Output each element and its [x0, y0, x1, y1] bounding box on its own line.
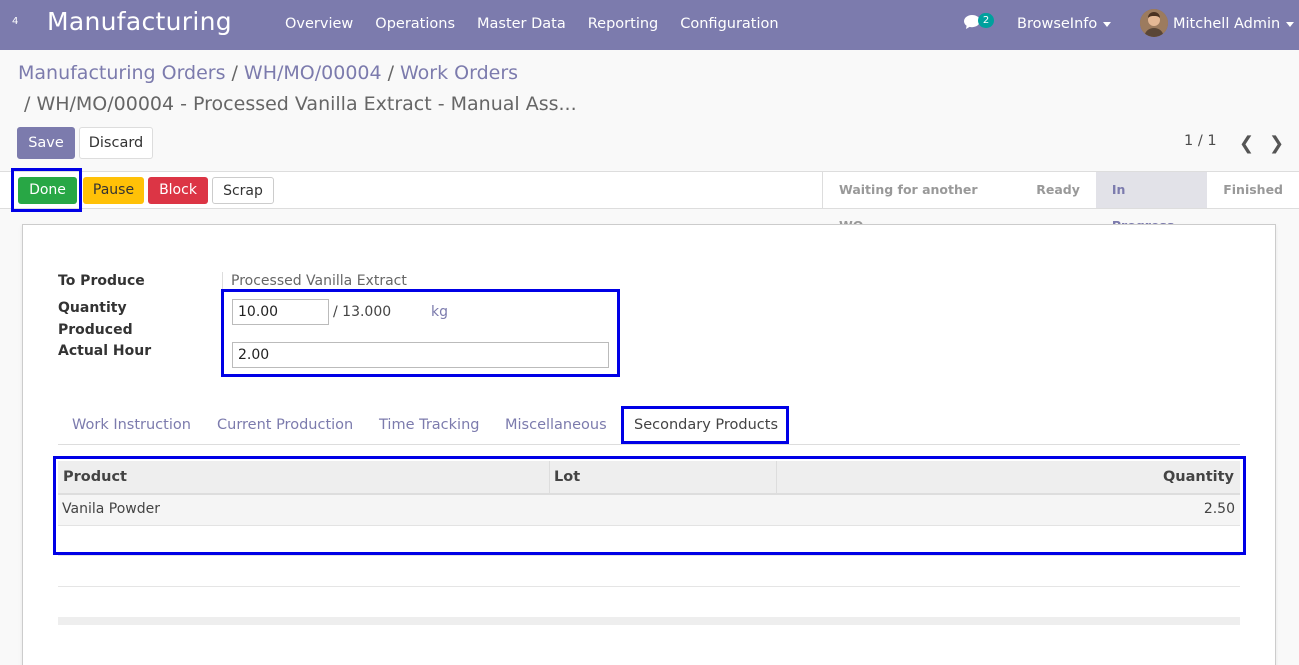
menu-reporting[interactable]: Reporting: [588, 16, 659, 32]
breadcrumb: Manufacturing Orders / WH/MO/00004/Work Or…: [18, 62, 518, 84]
chevron-right-icon[interactable]: ❯: [1269, 133, 1284, 154]
column-divider: [549, 461, 550, 493]
breadcrumb-separator: /: [231, 62, 238, 84]
to-produce-label: To Produce: [58, 273, 145, 289]
stage-finished[interactable]: Finished: [1207, 172, 1299, 208]
tab-miscellaneous[interactable]: Miscellaneous: [505, 417, 607, 433]
company-name: BrowseInfo: [1017, 16, 1098, 32]
breadcrumb-mo[interactable]: WH/MO/00004: [244, 62, 382, 84]
stage-bar: Waiting for another WO Ready In Progress…: [822, 172, 1299, 233]
quantity-total: / 13.000: [333, 304, 391, 320]
tab-current-production[interactable]: Current Production: [217, 417, 353, 433]
pager-value[interactable]: 1 / 1: [1184, 133, 1217, 149]
scrap-button[interactable]: Scrap: [212, 177, 274, 204]
row-quantity: 2.50: [1203, 501, 1235, 517]
chevron-left-icon[interactable]: ❮: [1239, 133, 1254, 154]
column-header-product[interactable]: Product: [63, 469, 127, 485]
menu-master-data[interactable]: Master Data: [477, 16, 566, 32]
table-header: Product Lot Quantity: [58, 461, 1240, 495]
page-title: / WH/MO/00004 - Processed Vanilla Extrac…: [24, 93, 577, 115]
discard-button[interactable]: Discard: [79, 127, 153, 159]
company-switcher[interactable]: BrowseInfo: [1017, 16, 1112, 32]
actual-hour-label: Actual Hour: [58, 343, 152, 359]
pause-button[interactable]: Pause: [83, 177, 144, 204]
quantity-total-value: 13.000: [342, 304, 392, 320]
quantity-produced-label-line1: Quantity: [58, 300, 127, 316]
breadcrumb-separator: /: [387, 62, 394, 84]
field-divider: [222, 272, 223, 290]
tab-time-tracking[interactable]: Time Tracking: [379, 417, 479, 433]
user-menu[interactable]: Mitchell Admin: [1173, 16, 1295, 32]
chevron-down-icon: [1103, 21, 1112, 27]
table-row[interactable]: Vanila Powder 2.50: [58, 495, 1240, 526]
apps-count[interactable]: 4: [12, 16, 18, 27]
quantity-produced-label-line2: Produced: [58, 322, 133, 338]
breadcrumb-work-orders[interactable]: Work Orders: [400, 62, 518, 84]
breadcrumb-manufacturing-orders[interactable]: Manufacturing Orders: [18, 62, 226, 84]
user-name: Mitchell Admin: [1173, 16, 1281, 32]
table-footer: [58, 617, 1240, 625]
to-produce-value[interactable]: Processed Vanilla Extract: [231, 273, 407, 289]
uom-link[interactable]: kg: [431, 304, 448, 320]
top-navbar: 4 Manufacturing Overview Operations Mast…: [0, 0, 1299, 50]
column-header-lot[interactable]: Lot: [554, 469, 580, 485]
stage-in-progress[interactable]: In Progress: [1095, 172, 1208, 233]
statusbar: Done Pause Block Scrap Waiting for anoth…: [0, 171, 1299, 233]
main-menu: Overview Operations Master Data Reportin…: [285, 16, 801, 32]
done-button[interactable]: Done: [18, 177, 77, 204]
stage-waiting[interactable]: Waiting for another WO: [823, 172, 1020, 233]
notebook-tabs: Work Instruction Current Production Time…: [58, 408, 1240, 445]
column-divider: [776, 461, 777, 493]
chat-count-badge: 2: [978, 13, 994, 28]
menu-overview[interactable]: Overview: [285, 16, 353, 32]
empty-row: [58, 556, 1240, 587]
stage-ready[interactable]: Ready: [1020, 172, 1096, 208]
actual-hour-input[interactable]: 2.00: [232, 342, 609, 368]
column-header-quantity[interactable]: Quantity: [1163, 469, 1234, 485]
chevron-down-icon: [1286, 21, 1295, 27]
block-button[interactable]: Block: [148, 177, 208, 204]
quantity-slash: /: [333, 304, 338, 320]
tab-secondary-products[interactable]: Secondary Products: [634, 417, 778, 433]
avatar[interactable]: [1140, 9, 1168, 37]
menu-configuration[interactable]: Configuration: [680, 16, 778, 32]
quantity-produced-input[interactable]: 10.00: [232, 299, 329, 325]
row-product: Vanila Powder: [62, 501, 160, 517]
tab-work-instruction[interactable]: Work Instruction: [72, 417, 191, 433]
app-title[interactable]: Manufacturing: [47, 7, 232, 36]
menu-operations[interactable]: Operations: [375, 16, 455, 32]
empty-row: [58, 526, 1240, 556]
save-button[interactable]: Save: [17, 127, 75, 159]
